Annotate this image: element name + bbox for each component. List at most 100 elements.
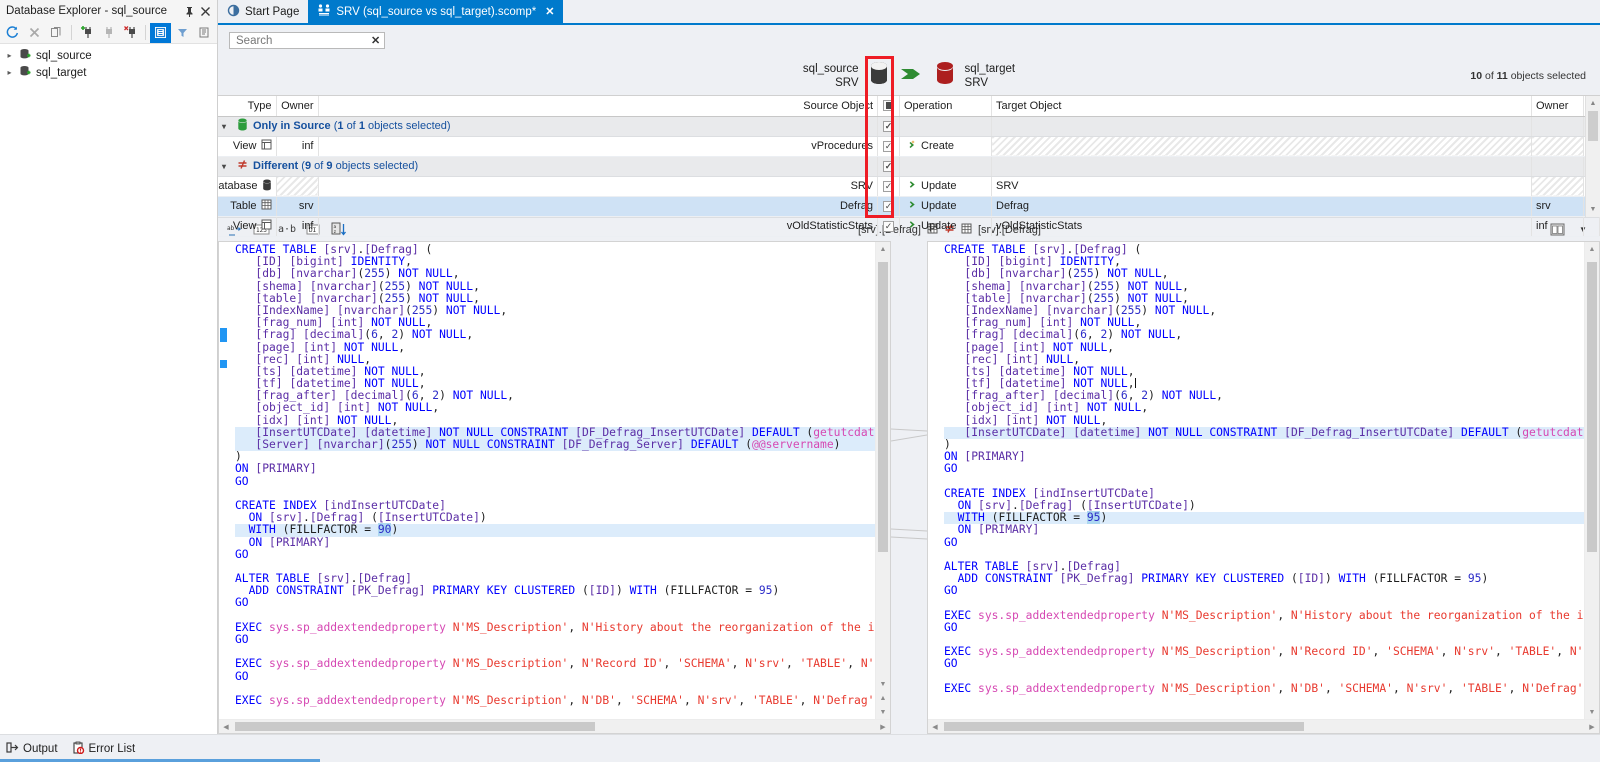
object-explorer-icon[interactable]	[150, 22, 171, 43]
code-line: GO	[235, 547, 249, 561]
code-line: )	[235, 450, 242, 464]
column-header-operation[interactable]: Operation	[899, 96, 992, 117]
scroll-down-icon[interactable]: ▼	[1585, 705, 1599, 719]
close-connection-icon[interactable]	[120, 23, 141, 43]
column-header-type[interactable]: Type	[218, 96, 277, 117]
target-code-text[interactable]: CREATE TABLE [srv].[Defrag] ( [ID] [bigi…	[938, 242, 1584, 719]
row-checkbox-cell[interactable]: ✓	[877, 196, 900, 217]
source-horizontal-scrollbar[interactable]: ◀ ▶	[219, 719, 890, 733]
table-row[interactable]: View inf vProcedures ✓ Create	[218, 136, 1600, 157]
code-line: ADD CONSTRAINT [PK_Defrag] PRIMARY KEY C…	[957, 572, 1489, 586]
clear-search-icon[interactable]: ✕	[369, 34, 382, 47]
tree-item-sql-target[interactable]: ▸ sql_target	[0, 64, 217, 81]
status-item-error-list[interactable]: Error List	[72, 741, 135, 757]
row-type-cell: View	[218, 216, 277, 237]
scroll-left-icon[interactable]: ◀	[219, 720, 233, 733]
scroll-left-icon[interactable]: ◀	[928, 720, 942, 733]
collapse-triangle-icon[interactable]: ▾	[222, 122, 232, 131]
code-line: GO	[944, 657, 958, 671]
row-operation-cell: Update	[899, 196, 992, 217]
code-line: EXEC sys.sp_addextendedproperty N'MS_Des…	[944, 681, 1584, 695]
column-header-owner[interactable]: Owner	[276, 96, 319, 117]
code-line: EXEC sys.sp_addextendedproperty N'MS_Des…	[944, 608, 1584, 622]
grid-group-row-different[interactable]: ▾ Different (9 of 9 objects selected) ✓	[218, 156, 1600, 177]
new-connection-icon[interactable]	[76, 23, 97, 43]
table-row[interactable]: Database SRV ✓	[218, 176, 1600, 197]
row-checkbox-cell[interactable]: ✓	[877, 176, 900, 197]
row-owner-cell: srv	[276, 196, 319, 217]
scroll-right-icon[interactable]: ▶	[876, 720, 890, 733]
tab-schema-compare[interactable]: SRV (sql_source vs sql_target).scomp* ✕	[308, 0, 564, 23]
chevron-right-icon[interactable]: ▸	[4, 68, 15, 77]
group-checkbox[interactable]: ✓	[883, 161, 894, 172]
scrollbar-track[interactable]	[942, 720, 1585, 733]
properties-icon[interactable]	[194, 23, 215, 43]
target-horizontal-scrollbar[interactable]: ◀ ▶	[928, 719, 1599, 733]
row-target-object-cell: SRV	[991, 176, 1532, 197]
scrollbar-track[interactable]	[233, 720, 876, 733]
target-vertical-scrollbar[interactable]: ▲ ▼	[1584, 242, 1599, 719]
table-row[interactable]: View inf vOldStatisticStats ✓ Update vOl…	[218, 216, 1600, 237]
status-item-output[interactable]: Output	[6, 741, 58, 757]
scroll-down-icon[interactable]: ▼	[1586, 202, 1600, 217]
previous-difference-icon[interactable]: ▲	[876, 691, 890, 705]
search-box[interactable]: ✕	[229, 32, 385, 49]
scrollbar-thumb[interactable]	[235, 722, 595, 731]
pin-icon[interactable]	[181, 3, 197, 19]
scroll-up-icon[interactable]: ▲	[1585, 242, 1599, 256]
delete-icon[interactable]	[24, 23, 45, 43]
group-checkbox-cell[interactable]: ✓	[877, 156, 900, 177]
close-icon[interactable]	[197, 3, 213, 19]
source-vertical-scrollbar[interactable]: ▲ ▼ ▲ ▼	[875, 242, 890, 719]
group-checkbox-cell[interactable]: ✓	[877, 116, 900, 137]
source-code-text[interactable]: CREATE TABLE [srv].[Defrag] ( [ID] [bigi…	[229, 242, 875, 719]
row-operation-cell: Update	[899, 176, 992, 197]
scrollbar-thumb[interactable]	[944, 722, 1304, 731]
filter-icon[interactable]	[172, 23, 193, 43]
code-line: GO	[944, 462, 958, 476]
grid-vertical-scrollbar[interactable]: ▲ ▼	[1585, 96, 1600, 217]
group-checkbox[interactable]: ✓	[883, 121, 894, 132]
row-checkbox-cell[interactable]: ✓	[877, 136, 900, 157]
row-checkbox[interactable]: ✓	[883, 221, 894, 232]
disconnect-icon[interactable]	[98, 23, 119, 43]
row-checkbox[interactable]: ✓	[883, 141, 894, 152]
scroll-up-icon[interactable]: ▲	[1586, 96, 1600, 111]
tree-item-label: sql_target	[36, 66, 87, 79]
column-header-target-owner[interactable]: Owner	[1531, 96, 1584, 117]
row-checkbox[interactable]: ✓	[883, 201, 894, 212]
row-checkbox-cell[interactable]: ✓	[877, 216, 900, 237]
green-database-icon	[237, 118, 248, 134]
scrollbar-thumb[interactable]	[1587, 262, 1597, 552]
row-checkbox[interactable]: ✓	[883, 181, 894, 192]
tab-close-icon[interactable]: ✕	[545, 5, 554, 18]
tab-start-page[interactable]: Start Page	[218, 0, 308, 23]
update-arrow-icon	[904, 199, 916, 213]
change-marker	[220, 360, 227, 368]
next-difference-icon[interactable]: ▼	[876, 705, 890, 719]
source-change-gutter	[219, 242, 229, 719]
chevron-right-icon[interactable]: ▸	[4, 51, 15, 60]
column-header-select-all-checkbox[interactable]	[877, 96, 900, 117]
search-input[interactable]	[234, 33, 370, 48]
column-header-target-object[interactable]: Target Object	[991, 96, 1532, 117]
scrollbar-thumb[interactable]	[1588, 111, 1598, 141]
grid-group-row-only-in-source[interactable]: ▾ Only in Source (1 of 1 objects selecte…	[218, 116, 1600, 137]
column-header-source-object[interactable]: Source Object	[318, 96, 878, 117]
row-type-label: Table	[230, 200, 257, 212]
code-line: )	[944, 438, 951, 451]
code-line: WITH (FILLFACTOR = 95)	[944, 511, 1584, 525]
code-line: GO	[235, 669, 249, 683]
tree-item-sql-source[interactable]: ▸ sql_source	[0, 47, 217, 64]
table-row[interactable]: Table srv Defrag ✓ Update Defrag srv	[218, 196, 1600, 217]
copy-icon[interactable]	[46, 23, 67, 43]
row-type-label: View	[232, 140, 257, 152]
scroll-down-icon[interactable]: ▼	[876, 677, 890, 691]
collapse-triangle-icon[interactable]: ▾	[222, 162, 232, 171]
scroll-right-icon[interactable]: ▶	[1585, 720, 1599, 733]
scroll-up-icon[interactable]: ▲	[876, 242, 890, 256]
update-arrow-icon	[904, 179, 916, 193]
scrollbar-thumb[interactable]	[878, 262, 888, 552]
select-all-checkbox[interactable]	[883, 99, 894, 111]
refresh-icon[interactable]	[2, 23, 23, 43]
